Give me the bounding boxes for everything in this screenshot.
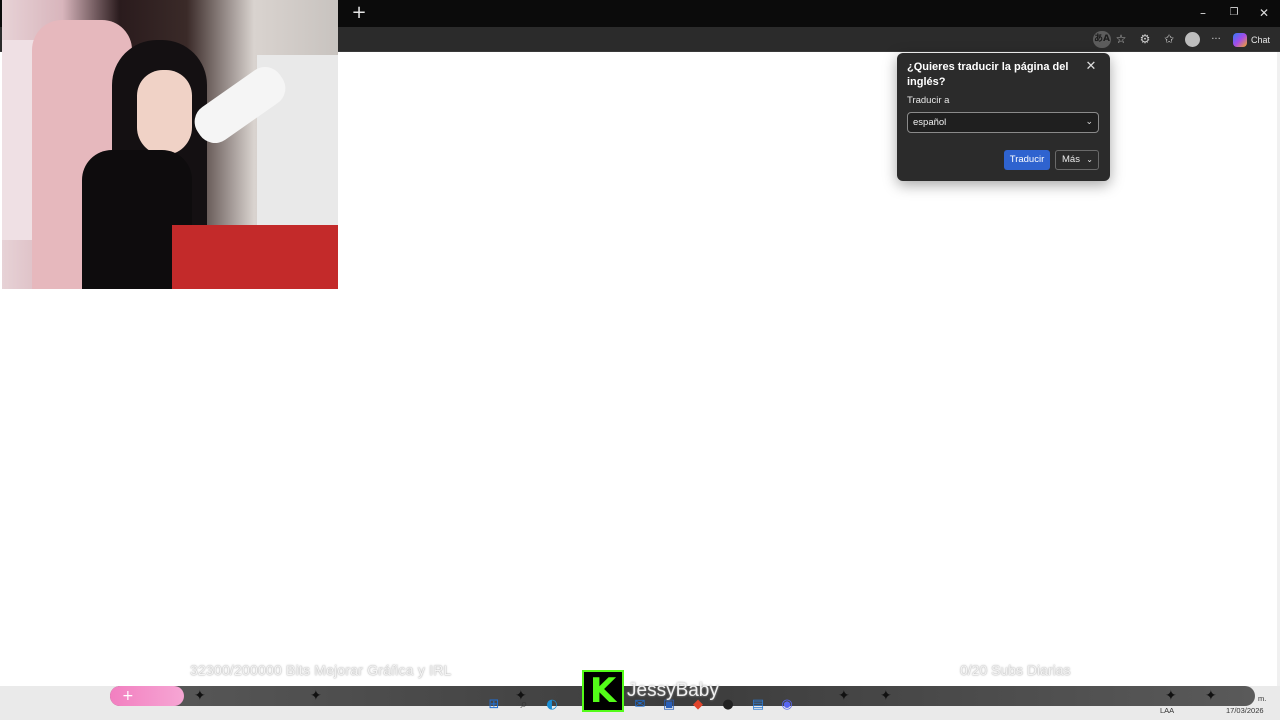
tray-text: m.: [1258, 694, 1267, 703]
edge-icon[interactable]: ◐: [544, 697, 560, 713]
close-icon[interactable]: ✕: [1083, 59, 1099, 75]
more-options-button[interactable]: Más ⌄: [1055, 150, 1099, 170]
channel-name: JessyBaby: [627, 680, 719, 701]
webcam-overlay: [2, 0, 338, 289]
translate-icon[interactable]: あA: [1093, 31, 1111, 48]
search-icon[interactable]: ⌕: [516, 697, 532, 713]
tray-date[interactable]: 17/03/2026: [1226, 706, 1264, 715]
discord-icon[interactable]: ◉: [779, 697, 795, 713]
new-tab-button[interactable]: +: [348, 3, 370, 23]
sparkle-icon: ✦: [310, 688, 322, 704]
close-window-button[interactable]: ✕: [1249, 4, 1279, 22]
translate-button[interactable]: Traducir: [1004, 150, 1050, 170]
profile-icon[interactable]: [1185, 32, 1200, 47]
sparkle-icon: ✦: [880, 688, 892, 704]
sparkle-icon: ✦: [1165, 688, 1177, 704]
chevron-down-icon: ⌄: [1086, 155, 1093, 164]
target-language-label: Traducir a: [907, 95, 950, 106]
favorite-star-icon[interactable]: ☆: [1112, 31, 1130, 48]
webcam-desk: [172, 225, 338, 289]
subs-goal-text: 0/20 Subs Diarias: [960, 662, 1071, 678]
screen: { "browser": { "new_tab_glyph": "+", "wi…: [0, 0, 1280, 720]
language-select[interactable]: español ⌄: [907, 112, 1099, 133]
overlay-pink-pill: +: [110, 686, 184, 706]
obs-icon[interactable]: ●: [720, 697, 736, 713]
minimize-button[interactable]: –: [1188, 4, 1218, 22]
webcam-streamer-face: [137, 70, 192, 155]
restore-button[interactable]: ❐: [1219, 4, 1249, 22]
copilot-chat-button[interactable]: Chat: [1233, 30, 1270, 49]
translate-popup: ¿Quieres traducir la página del inglés? …: [897, 53, 1110, 181]
notepad-icon[interactable]: ▤: [750, 697, 766, 713]
chevron-down-icon: ⌄: [1085, 117, 1093, 127]
extensions-icon[interactable]: ⚙: [1136, 31, 1154, 48]
popup-title: ¿Quieres traducir la página del inglés?: [907, 61, 1069, 88]
windows-start-icon[interactable]: ⊞: [486, 697, 502, 713]
sparkle-icon: ✦: [838, 688, 850, 704]
kick-logo: K: [582, 670, 624, 712]
favorites-icon[interactable]: ✩: [1160, 31, 1178, 48]
sparkle-icon: ✦: [1205, 688, 1217, 704]
bits-goal-text: 32300/200000 Bits Mejorar Gráfica y IRL: [190, 662, 452, 678]
copilot-icon: [1233, 32, 1247, 47]
sparkle-icon: ✦: [194, 688, 206, 704]
chat-label: Chat: [1251, 34, 1271, 45]
tray-language[interactable]: LAA: [1160, 706, 1174, 715]
more-options-label: Más: [1062, 154, 1080, 165]
more-icon[interactable]: ···: [1207, 31, 1225, 48]
selected-language: español: [913, 117, 947, 128]
